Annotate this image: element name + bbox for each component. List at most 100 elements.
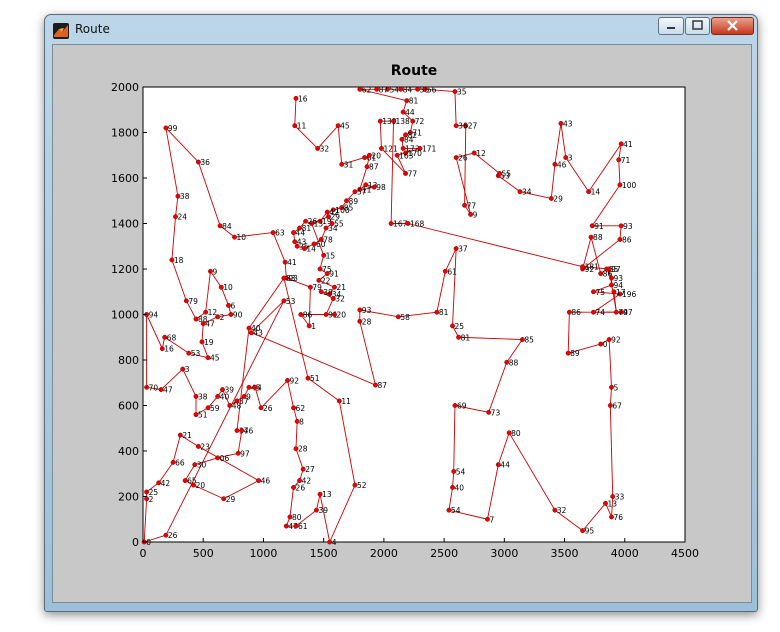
point-label: 29 <box>553 194 563 203</box>
point-label: 43 <box>253 329 263 338</box>
point-label: 51 <box>310 374 320 383</box>
point-label: 78 <box>323 235 333 244</box>
point-label: 138 <box>396 117 411 126</box>
point-label: 37 <box>458 245 468 254</box>
point-label: 68 <box>167 333 177 342</box>
point-label: 35 <box>457 88 467 97</box>
point-label: 8 <box>299 417 304 426</box>
chart-title: Route <box>391 63 438 79</box>
point-label: 71 <box>621 156 631 165</box>
point-label: 41 <box>287 258 297 267</box>
point-label: 45 <box>210 354 220 363</box>
point-label: 47 <box>163 386 173 395</box>
point-label: 54 <box>456 467 466 476</box>
point-label: 84 <box>222 222 232 231</box>
point-label: 44 <box>405 108 415 117</box>
point-label: 84 <box>404 135 414 144</box>
point-label: 10 <box>237 233 247 242</box>
y-tick-label: 0 <box>132 536 139 549</box>
point-label: 4 <box>257 383 262 392</box>
point-label: 62 <box>362 85 372 94</box>
point-label: 92 <box>290 376 300 385</box>
point-label: 88 <box>509 358 519 367</box>
point-label: 20 <box>196 481 206 490</box>
point-label: 171 <box>422 144 437 153</box>
point-label: 38 <box>180 192 190 201</box>
point-label: 54 <box>390 85 400 94</box>
x-tick-label: 2000 <box>370 547 398 560</box>
point-label: 77 <box>467 201 477 210</box>
point-label: 46 <box>261 477 271 486</box>
point-label: 87 <box>369 163 379 172</box>
y-tick-label: 1000 <box>111 309 139 322</box>
point-label: 13 <box>322 490 332 499</box>
point-label: 9 <box>212 267 217 276</box>
point-label: 14 <box>591 188 601 197</box>
point-label: 31 <box>344 160 354 169</box>
point-label: 99 <box>168 124 178 133</box>
point-label: 59 <box>210 404 220 413</box>
point-label: 22 <box>321 276 331 285</box>
point-label: 2 <box>220 313 225 322</box>
y-tick-label: 1400 <box>111 218 139 231</box>
point-label: 39 <box>318 506 328 515</box>
x-tick-label: 1500 <box>310 547 338 560</box>
point-label: 26 <box>263 404 273 413</box>
point-label: 81 <box>439 308 449 317</box>
point-label: 29 <box>330 213 340 222</box>
point-label: 75 <box>595 288 605 297</box>
x-tick-label: 3500 <box>551 547 579 560</box>
point-label: 89 <box>570 349 580 358</box>
point-label: 87 <box>377 381 387 390</box>
x-tick-label: 4000 <box>611 547 639 560</box>
point-label: 29 <box>226 495 236 504</box>
point-label: 58 <box>400 313 410 322</box>
point-label: 163 <box>399 151 414 160</box>
y-tick-label: 2000 <box>111 81 139 94</box>
point-label: 20 <box>371 151 381 160</box>
point-label: 30 <box>197 461 207 470</box>
point-label: 91 <box>329 270 339 279</box>
point-label: 53 <box>286 297 296 306</box>
point-label: 81 <box>461 333 471 342</box>
point-label: 34 <box>522 188 532 197</box>
point-label: 27 <box>468 122 478 131</box>
point-label: 0 <box>603 340 608 349</box>
point-label: 61 <box>447 267 457 276</box>
x-tick-label: 0 <box>140 547 147 560</box>
x-tick-label: 3000 <box>490 547 518 560</box>
y-tick-label: 600 <box>118 400 139 413</box>
point-label: 17 <box>616 288 626 297</box>
point-label: 57 <box>357 188 367 197</box>
point-label: 42 <box>161 479 171 488</box>
point-label: 94 <box>149 311 159 320</box>
point-label: 33 <box>615 493 625 502</box>
point-label: 51 <box>198 411 208 420</box>
point-label: 24 <box>178 213 188 222</box>
point-label: 38 <box>323 288 333 297</box>
point-label: 7 <box>489 515 494 524</box>
x-tick-label: 2500 <box>430 547 458 560</box>
point-label: 44 <box>296 229 306 238</box>
figure-window: Route Route 1611324531612087111398578985… <box>44 14 758 612</box>
y-tick-label: 200 <box>118 491 139 504</box>
point-label: 83 <box>286 274 296 283</box>
point-label: 5 <box>614 383 619 392</box>
point-label: 74 <box>595 308 605 317</box>
point-label: 3 <box>568 154 573 163</box>
point-label: 84 <box>403 85 413 94</box>
point-label: 93 <box>362 306 372 315</box>
point-label: 73 <box>491 408 501 417</box>
point-label: 88 <box>593 233 603 242</box>
point-label: 93 <box>623 222 633 231</box>
point-label: 85 <box>524 336 534 345</box>
point-label: 12 <box>476 149 486 158</box>
point-label: 67 <box>612 402 622 411</box>
point-label: 167 <box>393 220 408 229</box>
point-label: 45 <box>340 122 350 131</box>
point-label: 36 <box>458 122 468 131</box>
point-label: 181 <box>585 263 600 272</box>
point-label: 11 <box>341 397 351 406</box>
point-label: 52 <box>357 481 367 490</box>
point-label: 3 <box>185 365 190 374</box>
